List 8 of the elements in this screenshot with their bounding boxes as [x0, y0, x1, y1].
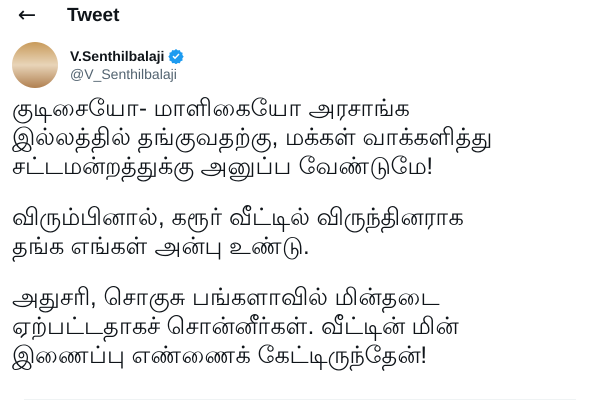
avatar-photo-placeholder[interactable] [12, 42, 58, 88]
author-handle[interactable]: @V_Senthilbalaji [70, 66, 184, 82]
tweet-paragraph: விரும்பினால், கரூர் வீட்டில் விருந்தினராக தங்க எங்கள் அன்பு உண்டு. [12, 203, 465, 261]
author-name[interactable]: V.Senthilbalaji [70, 48, 164, 64]
tweet-paragraph: அதுசரி, சொகுசு பங்களாவில் மின்தடை ஏற்பட்டதாகச் சொன்னீர்கள். வீட்டின் மின் இணைப்பு எண்ணைக் கேட்டிருந்தேன்! [12, 283, 460, 370]
tweet-paragraph: குடிசையோ- மாளிகையோ அரசாங்க இல்லத்தில் தங்குவதற்கு, மக்கள் வாக்களித்து சட்டமன்றத்துக்கு அனுப்ப வேண்டுமே! [12, 94, 494, 181]
page-title: Tweet [67, 5, 120, 27]
back-button[interactable]: ← [12, 5, 42, 27]
